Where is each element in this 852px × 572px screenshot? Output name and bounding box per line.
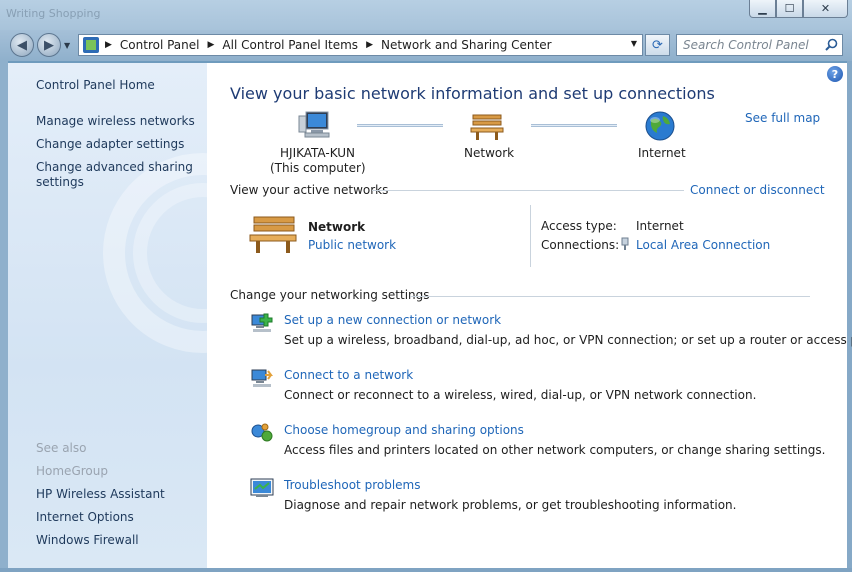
active-network-name: Network <box>308 220 366 234</box>
access-type-value: Internet <box>636 219 684 233</box>
network-type-link[interactable]: Public network <box>308 238 396 252</box>
help-icon[interactable]: ? <box>827 66 843 82</box>
see-full-map-link[interactable]: See full map <box>745 111 820 125</box>
task-setup-connection-link[interactable]: Set up a new connection or network <box>284 313 501 327</box>
section-divider <box>372 190 684 191</box>
maximize-button[interactable]: ☐ <box>776 0 803 18</box>
sidebar-item-control-panel-home[interactable]: Control Panel Home <box>36 78 155 93</box>
sidebar-item-hp-wireless[interactable]: HP Wireless Assistant <box>36 487 165 502</box>
search-icon[interactable] <box>825 38 838 51</box>
task-troubleshoot-link[interactable]: Troubleshoot problems <box>284 478 420 492</box>
connect-network-icon <box>251 369 273 387</box>
control-panel-icon <box>83 37 99 53</box>
breadcrumb-all-items[interactable]: All Control Panel Items <box>222 38 358 52</box>
sidebar-item-advanced-sharing-line2[interactable]: settings <box>36 175 84 190</box>
sidebar-item-advanced-sharing[interactable]: Change advanced sharing <box>36 160 193 175</box>
task-connect-network-desc: Connect or reconnect to a wireless, wire… <box>284 388 757 402</box>
access-type-label: Access type: <box>541 219 617 233</box>
address-dropdown-icon[interactable]: ▼ <box>631 39 637 48</box>
address-bar[interactable]: ▶ Control Panel ▶ All Control Panel Item… <box>78 34 643 56</box>
recent-pages-dropdown-icon[interactable]: ▼ <box>64 41 70 50</box>
window-border-right <box>847 61 852 572</box>
active-networks-heading: View your active networks <box>230 183 389 197</box>
window-border-bottom <box>0 568 852 572</box>
connect-disconnect-link[interactable]: Connect or disconnect <box>690 183 825 197</box>
troubleshoot-icon <box>250 478 274 497</box>
page-title: View your basic network information and … <box>230 84 715 103</box>
task-homegroup-desc: Access files and printers located on oth… <box>284 443 826 457</box>
task-connect-network-link[interactable]: Connect to a network <box>284 368 413 382</box>
minimize-button[interactable]: ▁ <box>749 0 776 18</box>
back-button[interactable]: ◀ <box>10 33 34 57</box>
new-connection-icon <box>251 313 273 332</box>
vertical-divider <box>530 205 531 267</box>
sidebar-item-windows-firewall[interactable]: Windows Firewall <box>36 533 139 548</box>
local-area-connection-link[interactable]: Local Area Connection <box>636 238 770 252</box>
sidebar-item-adapter-settings[interactable]: Change adapter settings <box>36 137 184 152</box>
refresh-button[interactable]: ⟳ <box>645 34 670 56</box>
computer-name: HJIKATA-KUN <box>280 146 356 160</box>
breadcrumb-separator-icon[interactable]: ▶ <box>208 40 215 50</box>
search-placeholder: Search Control Panel <box>683 38 809 52</box>
back-arrow-icon: ◀ <box>17 37 27 53</box>
map-connection-line <box>357 124 443 127</box>
network-bench-icon[interactable] <box>470 112 504 142</box>
window-title-ghost: Writing Shopping <box>6 7 101 20</box>
window-border-left <box>0 61 8 572</box>
search-input[interactable]: Search Control Panel <box>676 34 843 56</box>
close-button[interactable]: ✕ <box>803 0 848 18</box>
forward-arrow-icon: ▶ <box>44 37 54 53</box>
breadcrumb-separator-icon[interactable]: ▶ <box>366 40 373 50</box>
homegroup-icon <box>251 423 273 442</box>
section-divider <box>410 296 810 297</box>
sidebar-item-homegroup[interactable]: HomeGroup <box>36 464 108 479</box>
ethernet-plug-icon <box>621 237 629 250</box>
sidebar-item-manage-wireless[interactable]: Manage wireless networks <box>36 114 195 129</box>
internet-label: Internet <box>638 146 686 160</box>
breadcrumb-separator-icon[interactable]: ▶ <box>105 40 112 50</box>
breadcrumb-control-panel[interactable]: Control Panel <box>120 38 200 52</box>
settings-heading: Change your networking settings <box>230 288 430 302</box>
computer-subtitle: (This computer) <box>270 161 366 175</box>
sidebar-item-internet-options[interactable]: Internet Options <box>36 510 134 525</box>
refresh-icon: ⟳ <box>652 37 663 53</box>
task-troubleshoot-desc: Diagnose and repair network problems, or… <box>284 498 737 512</box>
connections-label: Connections: <box>541 238 620 252</box>
navigation-bar: ◀ ▶ ▼ ▶ Control Panel ▶ All Control Pane… <box>0 30 852 61</box>
breadcrumb-network-sharing[interactable]: Network and Sharing Center <box>381 38 552 52</box>
window-titlebar: Writing Shopping ▁ ☐ ✕ <box>0 0 852 30</box>
network-label: Network <box>464 146 515 160</box>
see-also-heading: See also <box>36 441 87 455</box>
computer-icon <box>298 111 330 138</box>
window-controls: ▁ ☐ ✕ <box>749 0 848 18</box>
map-connection-line <box>531 124 617 127</box>
public-network-bench-icon <box>249 216 297 253</box>
forward-button[interactable]: ▶ <box>37 33 61 57</box>
task-setup-connection-desc: Set up a wireless, broadband, dial-up, a… <box>284 333 852 347</box>
task-homegroup-link[interactable]: Choose homegroup and sharing options <box>284 423 524 437</box>
internet-globe-icon[interactable] <box>643 110 677 142</box>
